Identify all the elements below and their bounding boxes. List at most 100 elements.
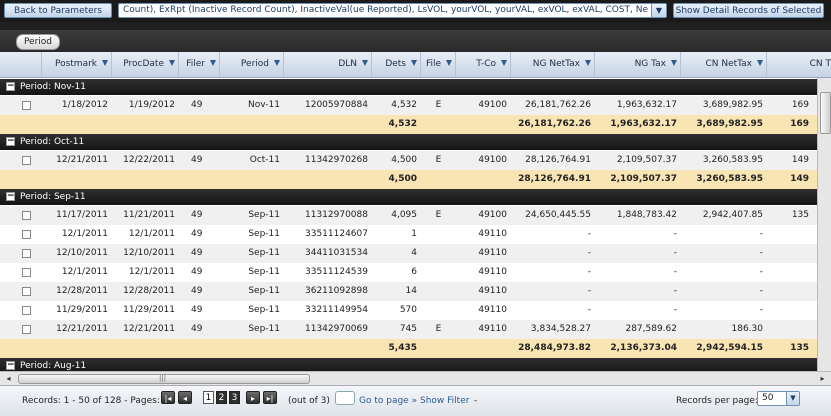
collapse-toggle-icon[interactable]: − — [6, 361, 15, 370]
header-period[interactable]: Period — [220, 52, 284, 77]
group-footer-row: 4,532 26,181,762.26 1,963,632.17 3,689,982.… — [0, 115, 831, 135]
cell-tco: 49110 — [478, 248, 507, 258]
row-checkbox[interactable] — [22, 268, 31, 277]
page-1-button[interactable]: 1 — [203, 391, 214, 404]
table-row[interactable]: 11/17/2011 11/21/2011 49 Sep-11 11312970088 4… — [0, 206, 831, 226]
footer-cnnet: 3,260,583.95 — [696, 174, 763, 184]
cell-cnnet: - — [759, 286, 763, 296]
row-checkbox[interactable] — [22, 249, 31, 258]
prev-page-button[interactable]: ◂ — [178, 391, 192, 404]
cell-dets: 1 — [411, 229, 417, 239]
group-by-period-chip[interactable]: Period — [16, 34, 60, 50]
page-2-button[interactable]: 2 — [216, 391, 227, 404]
cell-cnnet: 3,260,583.95 — [702, 155, 763, 165]
goto-page-input[interactable] — [335, 391, 355, 405]
cell-filer: 49 — [191, 155, 203, 165]
table-row[interactable]: 12/21/2011 12/22/2011 49 Oct-11 11342970268 4… — [0, 151, 831, 171]
header-ng-nettax[interactable]: NG NetTax — [511, 52, 595, 77]
footer-ngnet: 26,181,762.26 — [518, 119, 591, 129]
row-checkbox[interactable] — [22, 325, 31, 334]
scroll-left-arrow-icon[interactable]: ◂ — [3, 373, 14, 384]
cell-dets: 745 — [399, 324, 417, 334]
footer-ngtax: 2,109,507.37 — [610, 174, 677, 184]
cell-postmark: 12/10/2011 — [56, 248, 108, 258]
group-header[interactable]: − Period: Nov-11 — [0, 79, 831, 95]
cell-dets: 4,532 — [391, 100, 417, 110]
cell-dln: 11312970088 — [305, 210, 368, 220]
cell-postmark: 12/28/2011 — [56, 286, 108, 296]
header-dln[interactable]: DLN — [284, 52, 372, 77]
cell-tco: 49100 — [478, 210, 507, 220]
cell-period: Oct-11 — [249, 155, 280, 165]
sort-arrow-icon — [501, 60, 507, 66]
page-3-button[interactable]: 3 — [229, 391, 240, 404]
table-row[interactable]: 12/28/2011 12/28/2011 49 Sep-11 36211092898 1… — [0, 282, 831, 302]
header-procdate[interactable]: ProcDate — [112, 52, 179, 77]
table-row[interactable]: 12/1/2011 12/1/2011 49 Sep-11 33511124539 6 49… — [0, 263, 831, 283]
cell-cnt: 149 — [791, 155, 809, 165]
show-detail-records-button[interactable]: Show Detail Records of Selected — [673, 3, 824, 18]
row-checkbox[interactable] — [22, 211, 31, 220]
sort-arrow-icon — [671, 60, 677, 66]
row-checkbox[interactable] — [22, 101, 31, 110]
group-footer-row: 5,435 28,484,973.82 2,136,373.04 2,942,594.… — [0, 339, 831, 359]
cell-filer: 49 — [191, 324, 203, 334]
sort-arrow-icon — [446, 60, 452, 66]
table-row[interactable]: 12/21/2011 12/21/2011 49 Sep-11 11342970069 7… — [0, 320, 831, 340]
cell-tco: 49110 — [478, 229, 507, 239]
row-checkbox[interactable] — [22, 156, 31, 165]
group-header[interactable]: − Period: Sep-11 — [0, 189, 831, 205]
header-file[interactable]: File — [421, 52, 456, 77]
horizontal-scroll-thumb[interactable]: ||| — [18, 374, 310, 384]
records-count-text: Records: 1 - 50 of 128 - Pages: — [22, 396, 160, 406]
scroll-right-arrow-icon[interactable]: ▸ — [817, 373, 828, 384]
sort-arrow-icon — [411, 60, 417, 66]
table-row[interactable]: 12/1/2011 12/1/2011 49 Sep-11 33511124607 1 49… — [0, 225, 831, 245]
collapse-toggle-icon[interactable]: − — [6, 137, 15, 146]
footer-ngnet: 28,126,764.91 — [518, 174, 591, 184]
chevron-down-icon[interactable]: ▼ — [651, 4, 666, 17]
group-title: Period: Nov-11 — [20, 82, 86, 92]
header-label: CN NetTax — [705, 59, 752, 69]
header-dets[interactable]: Dets — [372, 52, 421, 77]
collapse-toggle-icon[interactable]: − — [6, 82, 15, 91]
table-row[interactable]: 11/29/2011 11/29/2011 49 Sep-11 33211149954 5… — [0, 301, 831, 321]
cell-ngnet: - — [587, 248, 591, 258]
last-page-button[interactable]: ▸| — [263, 391, 277, 404]
horizontal-scrollbar[interactable]: ◂ ||| ▸ — [0, 371, 831, 385]
header-label: ProcDate — [123, 59, 164, 69]
goto-page-link[interactable]: Go to page » — [359, 394, 417, 408]
header-ng-tax[interactable]: NG Tax — [595, 52, 681, 77]
header-cn-nettax[interactable]: CN NetTax — [681, 52, 767, 77]
header-tco[interactable]: T-Co — [456, 52, 511, 77]
cell-ngnet: - — [587, 229, 591, 239]
group-header[interactable]: − Period: Oct-11 — [0, 134, 831, 150]
next-page-button[interactable]: ▸ — [246, 391, 260, 404]
header-postmark[interactable]: Postmark — [42, 52, 112, 77]
cell-cnt: 169 — [791, 100, 809, 110]
row-checkbox[interactable] — [22, 230, 31, 239]
header-label: Dets — [385, 59, 406, 69]
cell-cnnet: 3,689,982.95 — [702, 100, 763, 110]
collapse-toggle-icon[interactable]: − — [6, 192, 15, 201]
row-checkbox[interactable] — [22, 306, 31, 315]
cell-file — [421, 225, 456, 244]
table-row[interactable]: 12/10/2011 12/10/2011 49 Sep-11 34411031534 4… — [0, 244, 831, 264]
cell-ngnet: 28,126,764.91 — [525, 155, 591, 165]
records-per-page-select[interactable]: 50 ▼ — [757, 391, 800, 406]
first-page-button[interactable]: |◂ — [161, 391, 175, 404]
chevron-down-icon[interactable]: ▼ — [786, 392, 799, 405]
header-filer[interactable]: Filer — [179, 52, 220, 77]
columns-combobox[interactable]: Count), ExRpt (Inactive Record Count), I… — [118, 3, 667, 18]
header-label: File — [425, 59, 441, 69]
cell-dets: 14 — [405, 286, 417, 296]
table-row[interactable]: 1/18/2012 1/19/2012 49 Nov-11 12005970884 4,5… — [0, 96, 831, 116]
header-cn-t[interactable]: CN T — [767, 52, 831, 77]
back-to-parameters-button[interactable]: Back to Parameters — [4, 3, 112, 18]
cell-procdate: 11/29/2011 — [123, 305, 175, 315]
vertical-scroll-thumb[interactable] — [820, 92, 831, 134]
cell-procdate: 12/22/2011 — [123, 155, 175, 165]
row-checkbox[interactable] — [22, 287, 31, 296]
vertical-scrollbar[interactable] — [817, 78, 831, 382]
show-filter-link[interactable]: Show Filter — [420, 394, 469, 408]
